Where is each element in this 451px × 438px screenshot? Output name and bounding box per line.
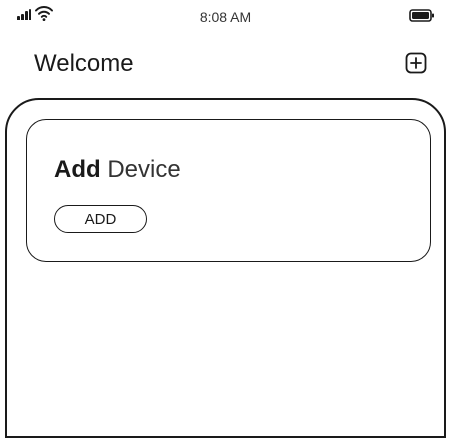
battery-icon — [409, 9, 434, 22]
page-title: Welcome — [34, 50, 134, 77]
card-title-rest: Device — [100, 156, 181, 183]
card-title: Add Device — [54, 156, 181, 184]
add-device-card: Add Device ADD — [26, 119, 431, 262]
add-button-header[interactable] — [405, 52, 427, 74]
card-title-bold: Add — [54, 156, 101, 183]
add-device-button[interactable]: ADD — [54, 205, 147, 233]
plus-square-icon — [405, 52, 427, 74]
status-time: 8:08 AM — [199, 9, 252, 25]
status-bar: 8:08 AM — [0, 0, 451, 34]
